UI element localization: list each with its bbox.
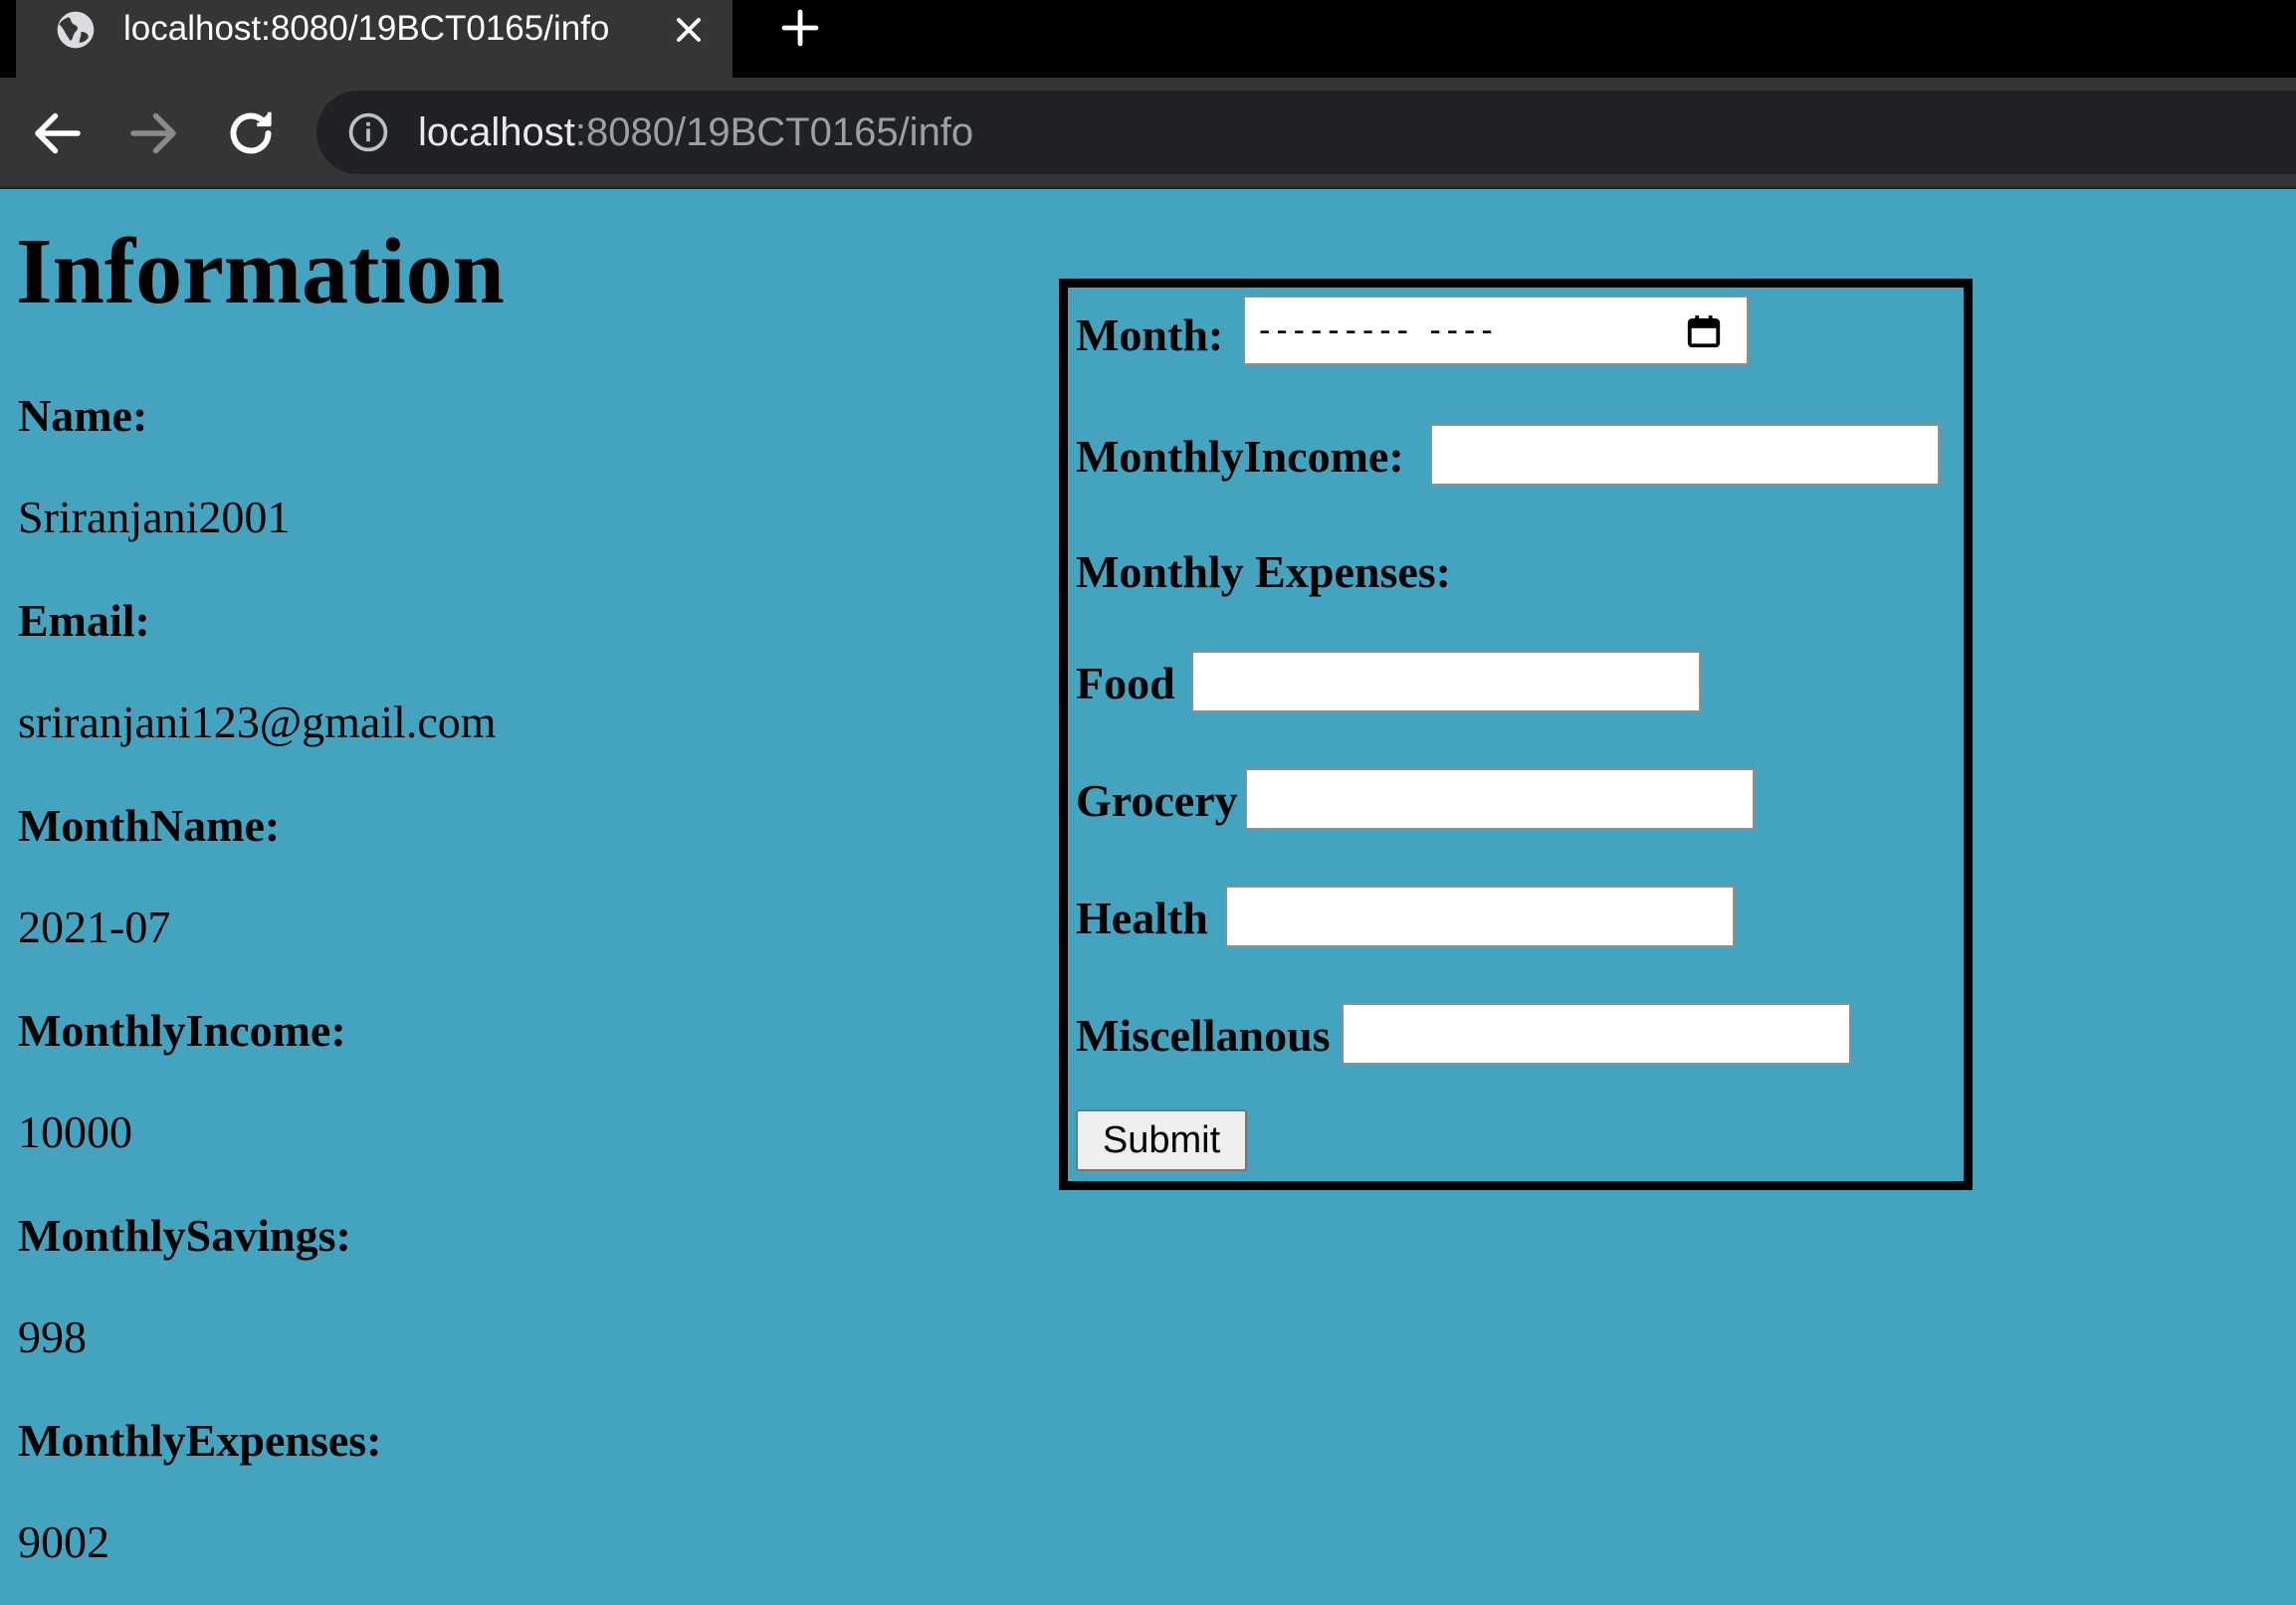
info-row-monthly-expenses: MonthlyExpenses: 9002 — [18, 1411, 914, 1605]
health-field: Health — [1076, 889, 1208, 948]
info-value: 998 — [18, 1311, 87, 1362]
income-label: MonthlyIncome: — [1076, 431, 1404, 482]
page-title: Information — [16, 220, 505, 323]
food-field: Food — [1076, 654, 1175, 713]
grocery-label: Grocery — [1076, 775, 1238, 826]
submit-button[interactable]: Submit — [1076, 1109, 1247, 1171]
expense-form: Month: --------- ---- MonthlyIncome: Mon… — [1059, 279, 1973, 1190]
misc-input[interactable] — [1342, 1003, 1851, 1065]
info-label: MonthName: — [18, 800, 281, 851]
info-label: MonthlyExpenses: — [18, 1415, 382, 1466]
health-label: Health — [1076, 893, 1208, 943]
info-value: 2021-07 — [18, 902, 171, 952]
info-value: sriranjani123@gmail.com — [18, 697, 497, 747]
expenses-section-label: Monthly Expenses: — [1076, 546, 1451, 597]
grocery-input[interactable] — [1245, 768, 1755, 830]
month-field: Month: — [1076, 305, 1223, 365]
income-field: MonthlyIncome: — [1076, 427, 1404, 487]
info-row-name: Name: Sriranjani2001 — [18, 386, 914, 591]
info-value: 10000 — [18, 1106, 132, 1157]
close-icon[interactable] — [669, 10, 709, 50]
month-label: Month: — [1076, 309, 1224, 360]
health-input[interactable] — [1225, 886, 1735, 947]
food-label: Food — [1076, 658, 1175, 708]
url-path: :8080/19BCT0165/info — [574, 110, 974, 154]
info-row-email: Email: sriranjani123@gmail.com — [18, 591, 914, 796]
info-label: Email: — [18, 595, 150, 646]
misc-label: Miscellanous — [1076, 1010, 1331, 1061]
info-list: Name: Sriranjani2001 Email: sriranjani12… — [18, 386, 914, 1605]
info-icon[interactable] — [346, 110, 390, 154]
browser-tab[interactable]: localhost:8080/19BCT0165/info — [16, 0, 732, 78]
tab-strip: localhost:8080/19BCT0165/info — [0, 0, 2296, 78]
url-host: localhost — [418, 110, 575, 154]
month-placeholder: --------- ---- — [1259, 311, 1499, 349]
globe-icon — [54, 8, 98, 52]
tab-title: localhost:8080/19BCT0165/info — [123, 9, 610, 48]
info-label: MonthlySavings: — [18, 1210, 351, 1261]
month-input[interactable]: --------- ---- — [1243, 296, 1749, 365]
info-value: Sriranjani2001 — [18, 492, 291, 542]
plus-icon[interactable] — [776, 4, 824, 52]
calendar-icon[interactable] — [1685, 311, 1723, 351]
reload-icon[interactable] — [221, 103, 281, 163]
info-row-monthly-savings: MonthlySavings: 998 — [18, 1206, 914, 1411]
info-value: 9002 — [18, 1516, 109, 1567]
info-row-monthname: MonthName: 2021-07 — [18, 796, 914, 1001]
income-input[interactable] — [1430, 424, 1940, 486]
forward-arrow-icon[interactable] — [123, 103, 183, 163]
address-bar[interactable]: localhost:8080/19BCT0165/info — [316, 91, 2296, 174]
url-text: localhost:8080/19BCT0165/info — [418, 91, 973, 174]
info-label: Name: — [18, 390, 148, 441]
info-row-monthly-income: MonthlyIncome: 10000 — [18, 1001, 914, 1206]
browser-toolbar: localhost:8080/19BCT0165/info — [0, 78, 2296, 189]
grocery-field: Grocery — [1076, 771, 1238, 831]
food-input[interactable] — [1191, 651, 1701, 712]
misc-field: Miscellanous — [1076, 1006, 1331, 1066]
back-arrow-icon[interactable] — [28, 103, 88, 163]
info-label: MonthlyIncome: — [18, 1005, 346, 1056]
